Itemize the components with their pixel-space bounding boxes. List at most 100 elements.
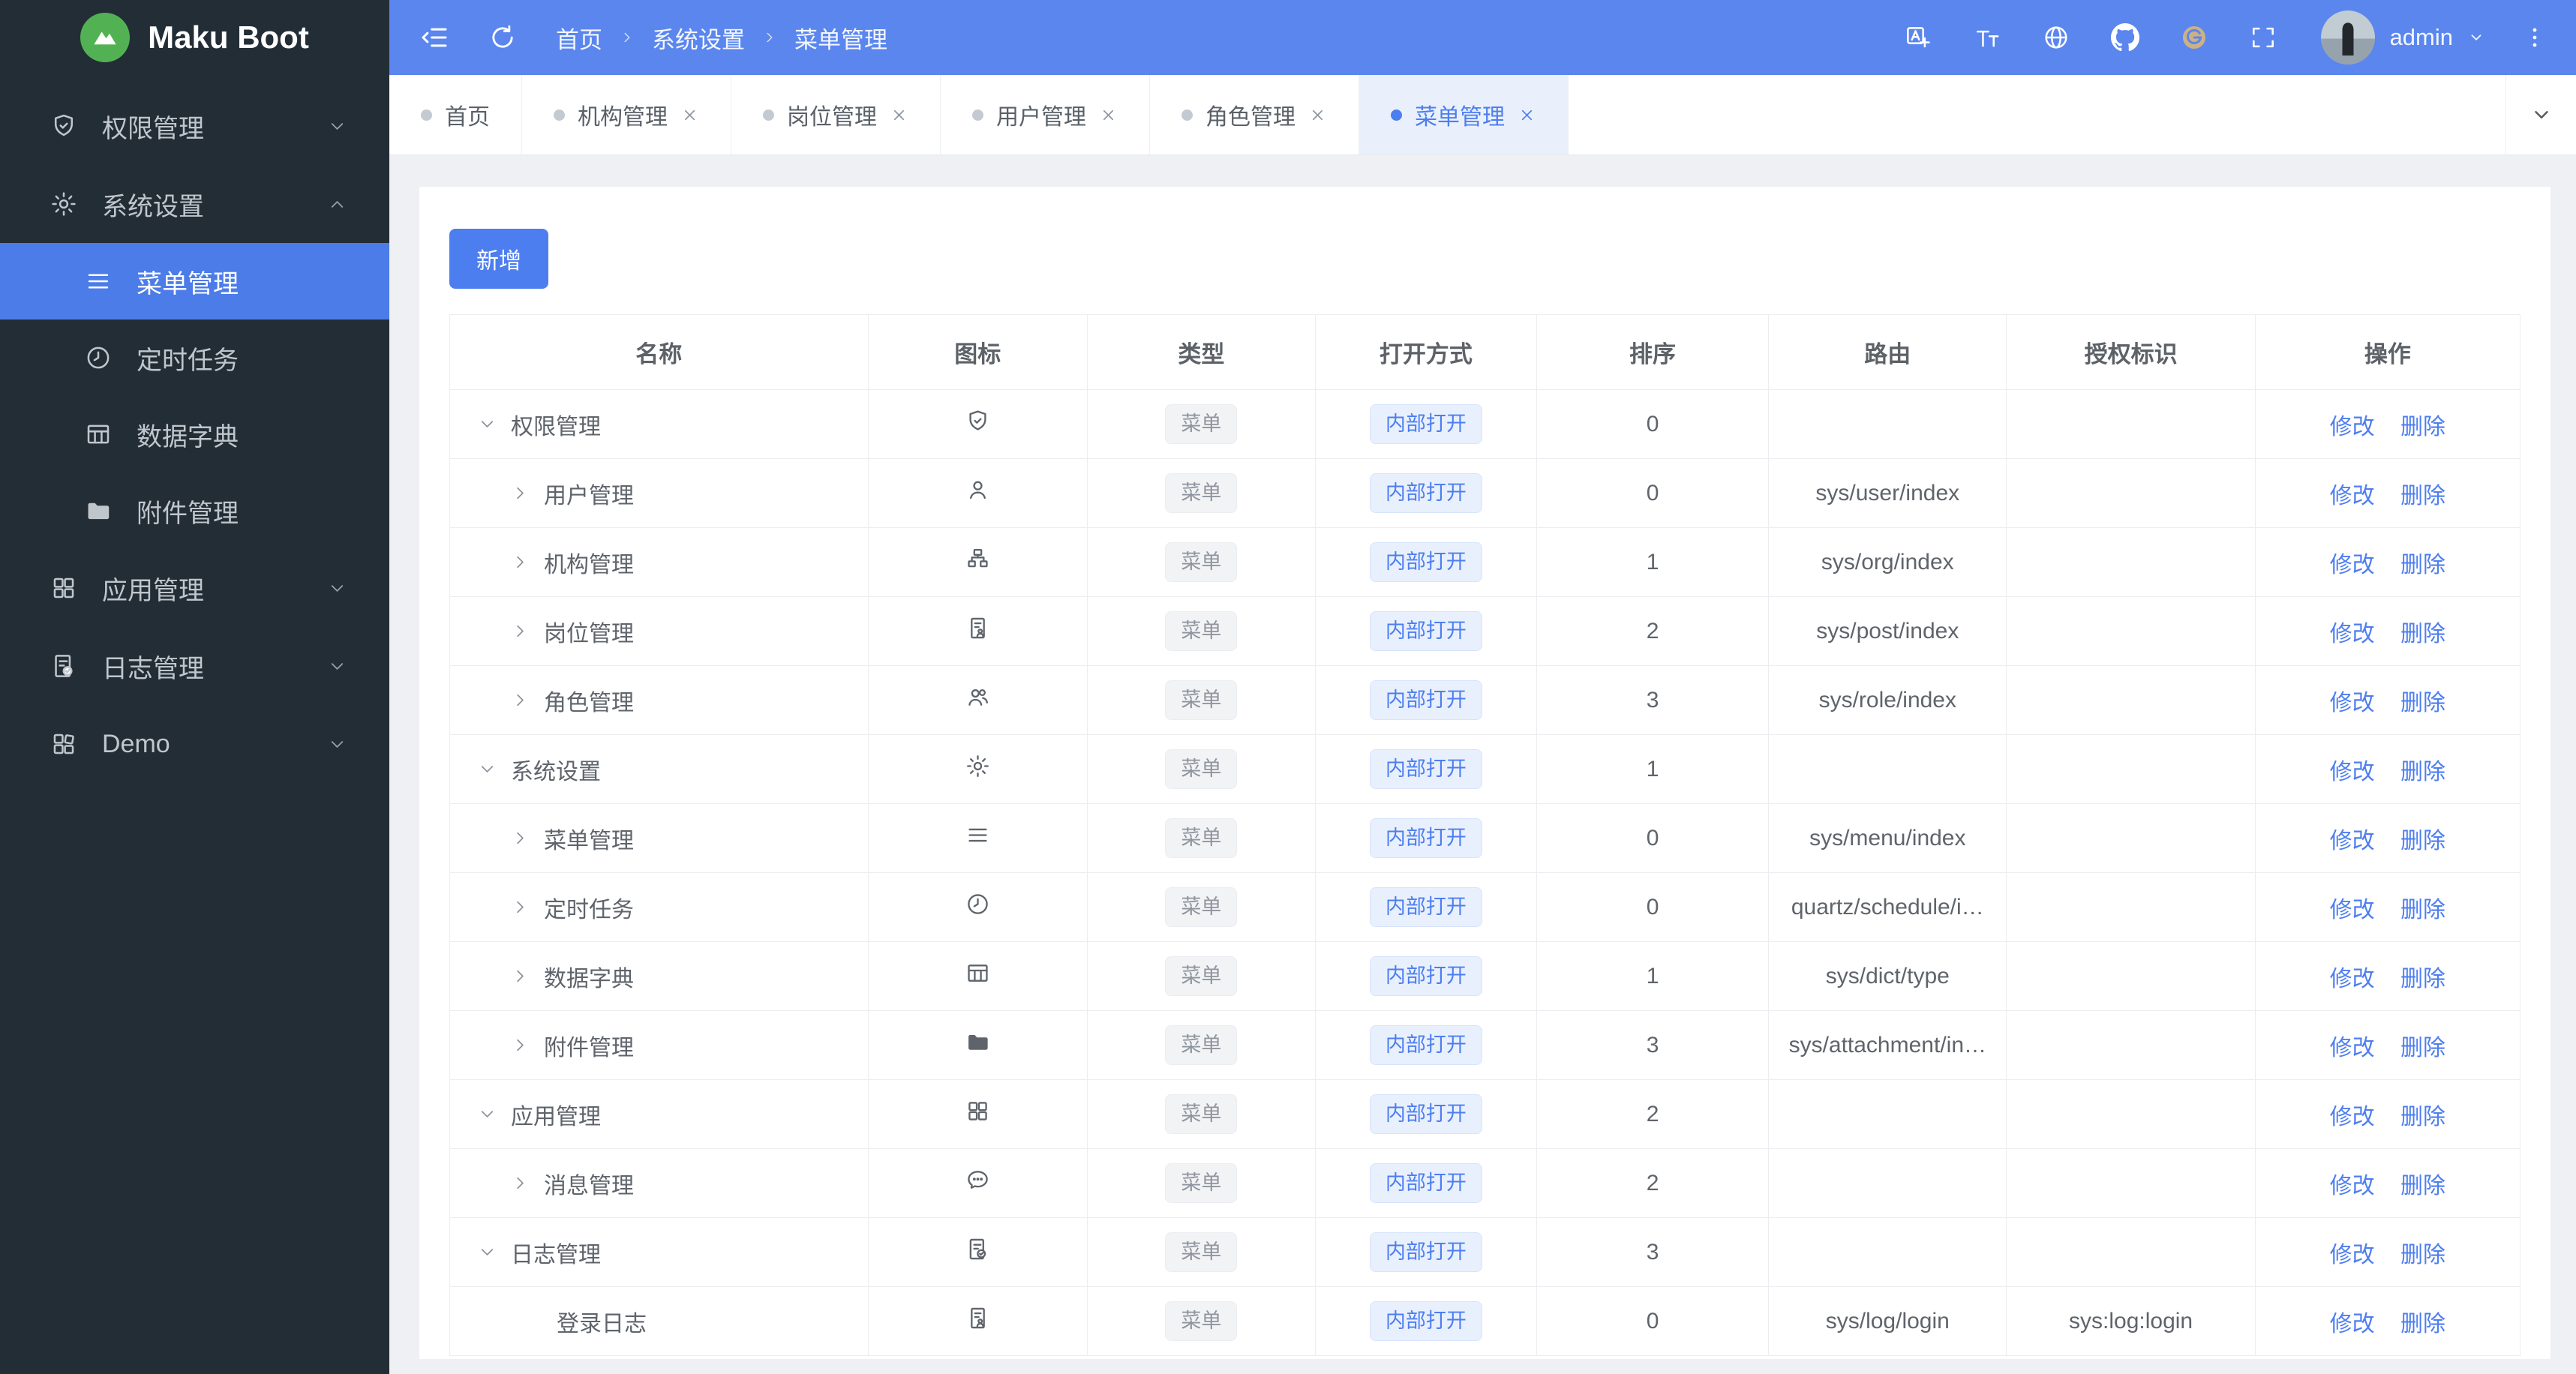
close-icon[interactable] bbox=[1308, 106, 1327, 124]
type-badge: 菜单 bbox=[1165, 956, 1238, 997]
cell-auth bbox=[2006, 941, 2256, 1011]
tab-4[interactable]: 角色管理 bbox=[1150, 75, 1359, 154]
edit-link[interactable]: 修改 bbox=[2330, 1105, 2375, 1130]
delete-link[interactable]: 删除 bbox=[2400, 1105, 2445, 1130]
chevron-right-icon[interactable] bbox=[510, 621, 530, 641]
delete-link[interactable]: 删除 bbox=[2400, 1174, 2445, 1198]
cell-type: 菜单 bbox=[1087, 734, 1316, 804]
delete-link[interactable]: 删除 bbox=[2400, 898, 2445, 922]
delete-link[interactable]: 删除 bbox=[2400, 829, 2445, 854]
edit-link[interactable]: 修改 bbox=[2330, 691, 2375, 716]
table-row: 用户管理 菜单 内部打开 0 sys/user/index 修改 删除 bbox=[449, 458, 2521, 528]
folder-icon bbox=[84, 496, 113, 525]
delete-link[interactable]: 删除 bbox=[2400, 622, 2445, 646]
tab-dot bbox=[763, 109, 774, 121]
sidebar-subitem-1-2[interactable]: 数据字典 bbox=[0, 396, 389, 472]
cell-sort: 3 bbox=[1536, 665, 1770, 735]
chevron-down-icon[interactable] bbox=[477, 414, 497, 434]
table-row: 机构管理 菜单 内部打开 1 sys/org/index 修改 删除 bbox=[449, 527, 2521, 597]
user-menu[interactable]: admin bbox=[2320, 10, 2484, 64]
chevron-down-icon[interactable] bbox=[477, 759, 497, 779]
delete-link[interactable]: 删除 bbox=[2400, 484, 2445, 508]
open-type-badge: 内部打开 bbox=[1369, 1300, 1482, 1342]
delete-link[interactable]: 删除 bbox=[2400, 691, 2445, 716]
tab-2[interactable]: 岗位管理 bbox=[731, 75, 941, 154]
close-icon[interactable] bbox=[890, 106, 908, 124]
breadcrumb-item[interactable]: 菜单管理 bbox=[794, 21, 887, 55]
chevron-right-icon[interactable] bbox=[510, 828, 530, 848]
menu-name: 权限管理 bbox=[511, 414, 601, 440]
breadcrumb-item[interactable]: 系统设置 bbox=[652, 21, 745, 55]
content-card: 新增 名称 图标 类型 打开方式 排序 路由 授权标识 操作 权限管理 菜单 内部打开 0 修… bbox=[419, 187, 2550, 1359]
github-icon[interactable] bbox=[2110, 23, 2139, 52]
column-header: 名称 bbox=[449, 314, 869, 390]
edit-link[interactable]: 修改 bbox=[2330, 415, 2375, 440]
cell-auth: sys:log:login bbox=[2006, 1286, 2256, 1356]
delete-link[interactable]: 删除 bbox=[2400, 760, 2445, 784]
breadcrumb-item[interactable]: 首页 bbox=[556, 21, 602, 55]
sidebar-item-4[interactable]: Demo bbox=[0, 705, 389, 783]
close-icon[interactable] bbox=[1099, 106, 1118, 124]
header-tools bbox=[1904, 23, 2277, 52]
close-icon[interactable] bbox=[680, 106, 699, 124]
gitee-icon[interactable] bbox=[2180, 23, 2208, 52]
delete-link[interactable]: 删除 bbox=[2400, 1243, 2445, 1268]
edit-link[interactable]: 修改 bbox=[2330, 760, 2375, 784]
dict-table-icon bbox=[84, 420, 113, 448]
edit-link[interactable]: 修改 bbox=[2330, 898, 2375, 922]
fullscreen-icon[interactable] bbox=[2249, 23, 2277, 52]
edit-link[interactable]: 修改 bbox=[2330, 967, 2375, 992]
sidebar-subitem-1-1[interactable]: 定时任务 bbox=[0, 320, 389, 396]
sidebar-item-0[interactable]: 权限管理 bbox=[0, 87, 389, 165]
edit-link[interactable]: 修改 bbox=[2330, 553, 2375, 578]
cell-name: 定时任务 bbox=[449, 872, 869, 942]
translate-icon[interactable] bbox=[1904, 23, 1932, 52]
topbar: 首页 系统设置 菜单管理 admin bbox=[389, 0, 2576, 75]
edit-link[interactable]: 修改 bbox=[2330, 484, 2375, 508]
chevron-down-icon[interactable] bbox=[477, 1104, 497, 1124]
chevron-right-icon[interactable] bbox=[510, 483, 530, 503]
font-size-icon[interactable] bbox=[1973, 23, 2001, 52]
edit-link[interactable]: 修改 bbox=[2330, 1312, 2375, 1336]
tab-3[interactable]: 用户管理 bbox=[941, 75, 1150, 154]
tab-5[interactable]: 菜单管理 bbox=[1359, 75, 1569, 154]
gear-icon bbox=[50, 190, 78, 218]
cell-type: 菜单 bbox=[1087, 1217, 1316, 1287]
mountain-logo-icon bbox=[80, 13, 131, 62]
close-icon[interactable] bbox=[1518, 106, 1536, 124]
tab-0[interactable]: 首页 bbox=[389, 75, 522, 154]
edit-link[interactable]: 修改 bbox=[2330, 829, 2375, 854]
delete-link[interactable]: 删除 bbox=[2400, 1312, 2445, 1336]
sidebar-item-3[interactable]: 日志管理 bbox=[0, 627, 389, 705]
menu-name: 日志管理 bbox=[511, 1242, 601, 1268]
chevron-right-icon[interactable] bbox=[510, 1173, 530, 1193]
sidebar-item-label: 系统设置 bbox=[102, 192, 204, 221]
chevron-right-icon[interactable] bbox=[510, 966, 530, 986]
sidebar-subitem-1-0[interactable]: 菜单管理 bbox=[0, 243, 389, 320]
sidebar-subitem-1-3[interactable]: 附件管理 bbox=[0, 472, 389, 549]
tab-list-dropdown[interactable] bbox=[2505, 75, 2576, 154]
chevron-right-icon[interactable] bbox=[510, 690, 530, 710]
collapse-sidebar-icon[interactable] bbox=[419, 22, 449, 52]
delete-link[interactable]: 删除 bbox=[2400, 553, 2445, 578]
chevron-right-icon[interactable] bbox=[510, 552, 530, 572]
kebab-menu-icon[interactable] bbox=[2522, 25, 2547, 50]
add-button[interactable]: 新增 bbox=[449, 229, 548, 289]
refresh-icon[interactable] bbox=[488, 23, 517, 52]
edit-link[interactable]: 修改 bbox=[2330, 622, 2375, 646]
column-header: 授权标识 bbox=[2006, 314, 2256, 390]
globe-icon[interactable] bbox=[2042, 23, 2070, 52]
edit-link[interactable]: 修改 bbox=[2330, 1174, 2375, 1198]
delete-link[interactable]: 删除 bbox=[2400, 967, 2445, 992]
tab-1[interactable]: 机构管理 bbox=[522, 75, 731, 154]
sidebar-item-1[interactable]: 系统设置 bbox=[0, 165, 389, 243]
chevron-down-icon[interactable] bbox=[477, 1242, 497, 1262]
cell-route: sys/role/index bbox=[1768, 665, 2007, 735]
delete-link[interactable]: 删除 bbox=[2400, 1036, 2445, 1060]
edit-link[interactable]: 修改 bbox=[2330, 1243, 2375, 1268]
sidebar-item-2[interactable]: 应用管理 bbox=[0, 549, 389, 627]
chevron-right-icon[interactable] bbox=[510, 1035, 530, 1055]
chevron-right-icon[interactable] bbox=[510, 897, 530, 917]
delete-link[interactable]: 删除 bbox=[2400, 415, 2445, 440]
edit-link[interactable]: 修改 bbox=[2330, 1036, 2375, 1060]
